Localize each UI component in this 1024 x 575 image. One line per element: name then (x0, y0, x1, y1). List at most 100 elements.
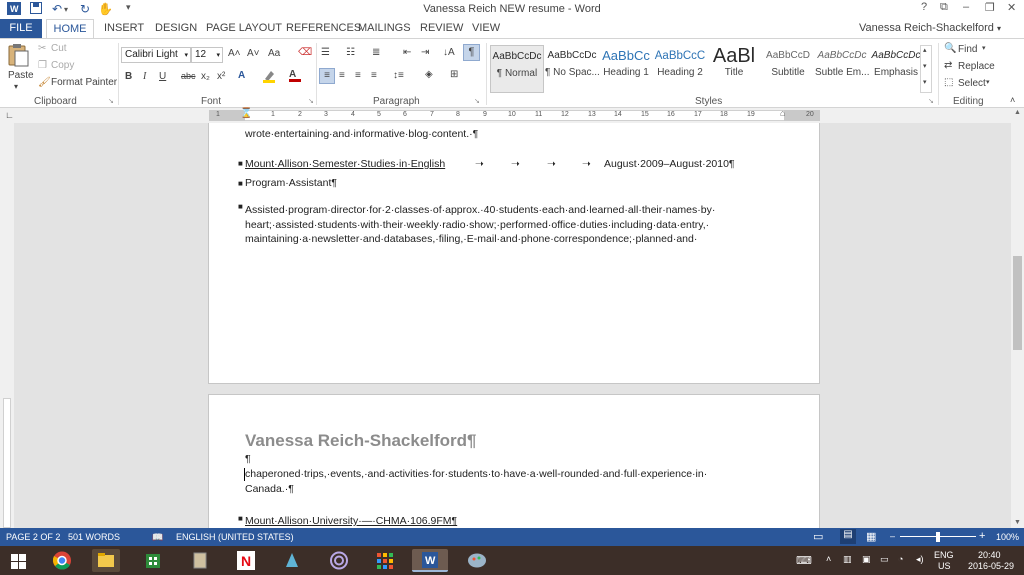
start-icon[interactable] (11, 554, 27, 573)
keyboard-language[interactable]: ENG (934, 550, 954, 560)
increase-indent-icon[interactable]: ⇥ (421, 47, 429, 58)
paragraph-text[interactable]: wrote·entertaining·and·informative·blog·… (245, 128, 478, 140)
language-indicator[interactable]: ENGLISH (UNITED STATES) (176, 532, 294, 542)
styles-gallery-scroll[interactable]: ▴ ▾ ▾ (920, 45, 932, 93)
word-count[interactable]: 501 WORDS (68, 532, 120, 542)
grid-app-icon[interactable] (371, 549, 399, 572)
italic-button[interactable]: I (143, 71, 146, 82)
show-formatting-marks-button[interactable]: ¶ (463, 44, 480, 61)
vertical-scrollbar[interactable]: ▲ ▼ (1011, 108, 1024, 528)
font-size-box[interactable]: 12 ▾ (191, 47, 223, 63)
web-layout-icon[interactable]: ▦ (866, 530, 876, 543)
tab-selector-icon[interactable]: ∟ (5, 110, 14, 120)
page-count[interactable]: PAGE 2 OF 2 (6, 532, 60, 542)
style-subtle-emphasis[interactable]: AaBbCcDc Subtle Em... (815, 45, 869, 93)
numbering-icon[interactable]: ☷ (346, 47, 355, 58)
text-effects-button[interactable]: A (238, 70, 245, 81)
word-icon[interactable]: W (412, 549, 448, 572)
wifi-icon[interactable]: ◔ (898, 554, 903, 564)
minimize-button[interactable]: – (963, 1, 969, 13)
clock-time[interactable]: 20:40 (978, 550, 1001, 560)
tab-page-layout[interactable]: PAGE LAYOUT (206, 22, 282, 34)
paragraph-text[interactable]: heart;·assisted·students·with·their·week… (245, 219, 709, 231)
scroll-down-icon[interactable]: ▼ (1014, 519, 1021, 526)
underline-button[interactable]: U (159, 71, 166, 82)
more-styles-icon[interactable]: ▾ (923, 78, 927, 86)
format-painter-button[interactable]: Format Painter (51, 77, 117, 88)
copy-button[interactable]: Copy (51, 60, 74, 71)
chrome-icon[interactable] (48, 549, 76, 572)
select-button[interactable]: Select (958, 78, 986, 89)
style-title[interactable]: AaBl Title (707, 45, 761, 93)
scroll-down-icon[interactable]: ▾ (923, 62, 927, 70)
collapse-ribbon-icon[interactable]: ˄ (1010, 95, 1015, 105)
paste-button[interactable]: Paste (8, 70, 34, 81)
change-case-button[interactable]: Aa (268, 48, 280, 59)
styles-launcher-icon[interactable]: ↘ (928, 97, 934, 105)
paragraph-text[interactable]: Canada.·¶ (245, 483, 294, 495)
zoom-level[interactable]: 100% (996, 532, 1019, 542)
paragraph-text[interactable]: chaperoned·trips,·events,·and·activities… (245, 468, 707, 480)
volume-icon[interactable]: ◂) (916, 554, 924, 565)
multilevel-list-icon[interactable]: ≣ (372, 47, 380, 58)
subscript-button[interactable]: x₂ (201, 71, 210, 82)
itunes-icon[interactable] (325, 549, 353, 572)
job-title-link[interactable]: Mount·Allison·Semester·Studies·in·Englis… (245, 158, 445, 170)
job-dates[interactable]: August·2009–August·2010¶ (604, 158, 735, 170)
paragraph-text[interactable]: Assisted·program·director·for·2·classes·… (245, 204, 715, 216)
read-mode-icon[interactable]: ▭ (813, 530, 823, 543)
job-title-link[interactable]: Mount·Allison·University·—·CHMA·106.9FM¶ (245, 515, 457, 527)
scroll-up-icon[interactable]: ▴ (923, 46, 927, 54)
font-color-button[interactable]: A (289, 69, 301, 82)
shading-icon[interactable]: ◈ (425, 69, 433, 80)
find-button[interactable]: Find (958, 44, 977, 55)
paint-icon[interactable] (463, 549, 491, 572)
zoom-in-button[interactable]: + (979, 530, 985, 542)
chevron-down-icon[interactable]: ▾ (986, 78, 990, 86)
tab-view[interactable]: VIEW (472, 22, 500, 34)
network-icon[interactable]: ▥ (843, 554, 852, 565)
right-indent-marker-icon[interactable]: ⌂ (780, 108, 785, 118)
strikethrough-button[interactable]: abc (181, 71, 196, 81)
maximize-button[interactable]: ❐ (985, 1, 995, 14)
sort-icon[interactable]: ↓A (443, 47, 455, 58)
keyboard-icon[interactable]: ⌨ (796, 554, 812, 567)
grow-font-button[interactable]: A˄ (228, 48, 241, 59)
tab-mailings[interactable]: MAILINGS (358, 22, 411, 34)
style-heading-1[interactable]: AaBbCc Heading 1 (599, 45, 653, 93)
style-normal[interactable]: AaBbCcDc ¶ Normal (490, 45, 544, 93)
print-layout-icon[interactable]: ▤ (840, 529, 856, 544)
align-center-icon[interactable]: ≡ (339, 70, 345, 81)
shrink-font-button[interactable]: A˅ (247, 48, 260, 59)
highlight-icon[interactable] (262, 69, 276, 86)
scrollbar-thumb[interactable] (1013, 256, 1022, 350)
bold-button[interactable]: B (125, 71, 132, 82)
replace-button[interactable]: Replace (958, 61, 995, 72)
tab-design[interactable]: DESIGN (155, 22, 197, 34)
page-header-name[interactable]: Vanessa Reich-Shackelford¶ (245, 431, 477, 451)
chevron-down-icon[interactable]: ▾ (982, 44, 986, 52)
indent-marker-icon[interactable]: ⌛ (240, 108, 252, 119)
empty-paragraph-mark[interactable]: ¶ (245, 453, 251, 465)
show-hidden-icons-icon[interactable]: ˄ (826, 554, 831, 564)
app-icon[interactable] (278, 549, 306, 572)
tab-references[interactable]: REFERENCES (286, 22, 361, 34)
notepad-icon[interactable] (186, 549, 214, 572)
help-button[interactable]: ? (921, 1, 927, 13)
align-right-icon[interactable]: ≡ (355, 70, 361, 81)
style-emphasis[interactable]: AaBbCcDc Emphasis (869, 45, 923, 93)
line-spacing-icon[interactable]: ↕≡ (393, 70, 404, 81)
tab-home[interactable]: HOME (46, 19, 94, 39)
scroll-up-icon[interactable]: ▲ (1014, 109, 1021, 116)
bullets-icon[interactable]: ☰ (321, 47, 330, 58)
user-account[interactable]: Vanessa Reich-Shackelford ▾ (859, 22, 1001, 34)
style-heading-2[interactable]: AaBbCcC Heading 2 (653, 45, 707, 93)
paste-icon[interactable] (6, 43, 32, 67)
horizontal-ruler[interactable]: ∟ ⌛ ⌂ 1 1 2 3 4 5 6 7 8 9 10 11 12 13 14… (0, 108, 1024, 123)
keyboard-region[interactable]: US (938, 561, 951, 571)
tab-file[interactable]: FILE (0, 19, 42, 38)
style-no-spacing[interactable]: AaBbCcDc ¶ No Spac... (545, 45, 599, 93)
page-2[interactable]: Vanessa Reich-Shackelford¶ ¶ chaperoned·… (208, 394, 820, 528)
clear-formatting-icon[interactable]: ⌫ (298, 47, 312, 58)
tab-insert[interactable]: INSERT (104, 22, 144, 34)
